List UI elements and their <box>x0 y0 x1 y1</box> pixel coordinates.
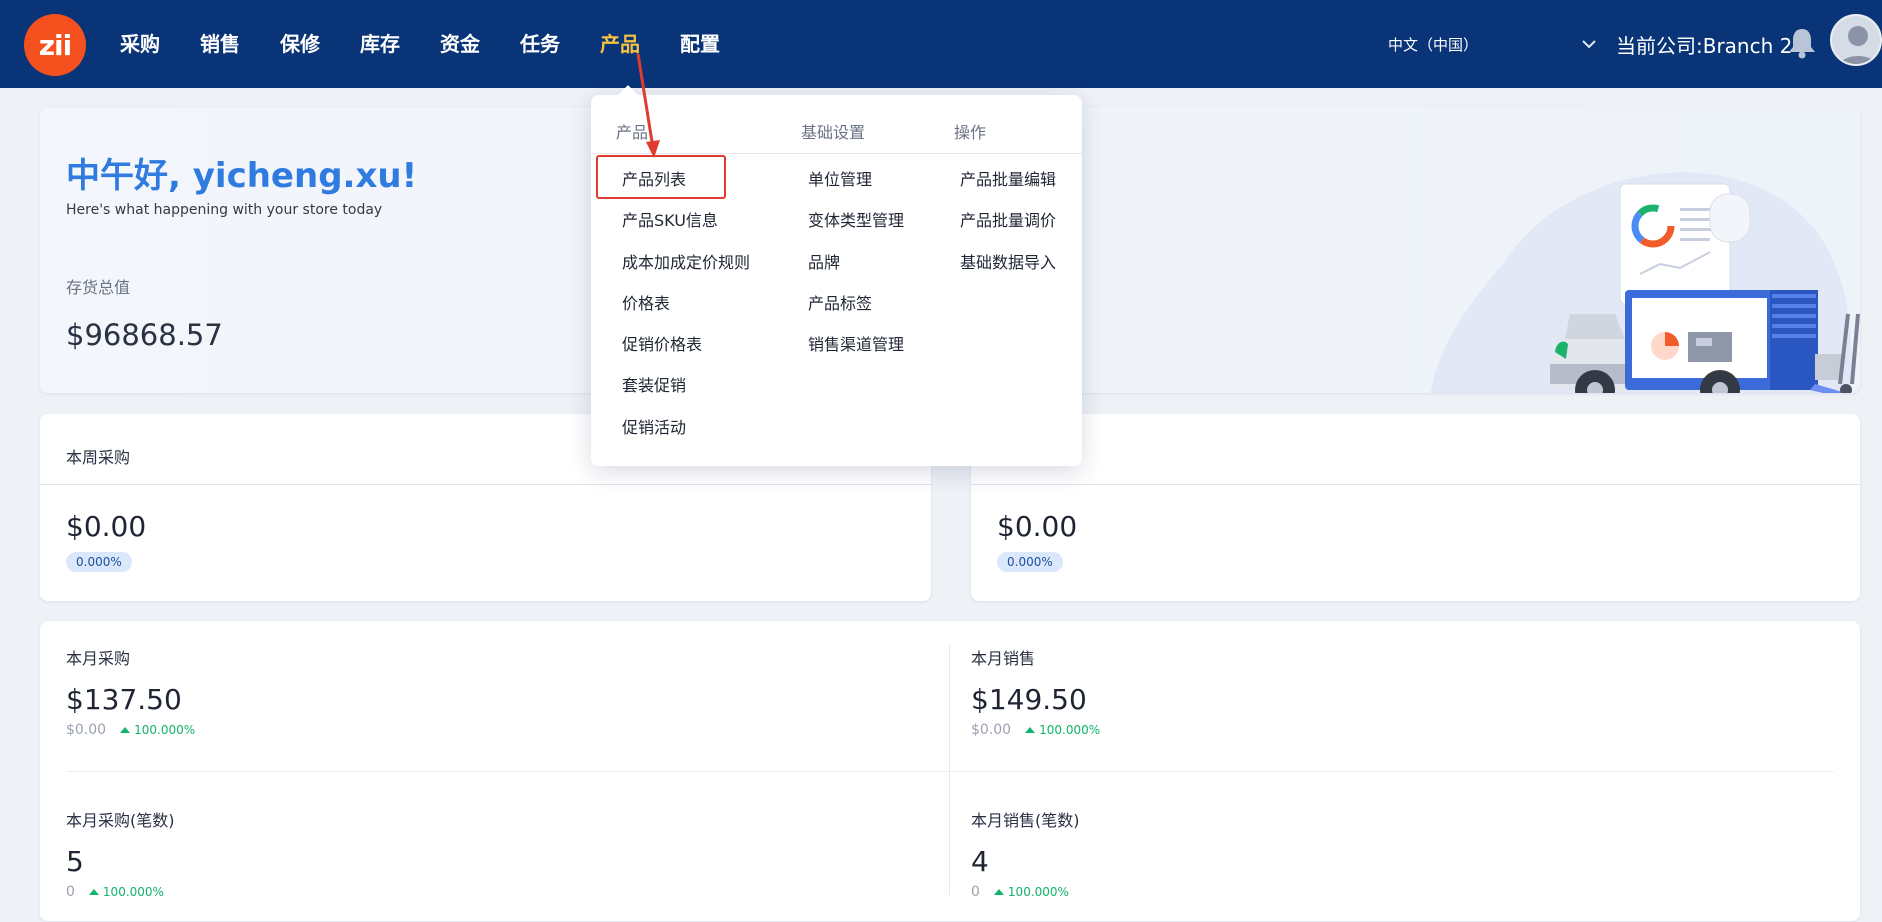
monthly-purchase-comparison: $0.00 100.000% <box>66 722 195 738</box>
dropdown-caret <box>618 85 638 105</box>
weekly-purchase-change-badge: 0.000% <box>66 552 132 572</box>
menu-item-promo-campaign[interactable]: 促销活动 <box>622 414 686 438</box>
trend-up-icon <box>120 727 131 733</box>
dropdown-heading-operations: 操作 <box>954 123 987 142</box>
monthly-sales-count-value: 4 <box>971 845 989 878</box>
nav-item-purchase[interactable]: 采购 <box>120 0 180 88</box>
trend-up-icon <box>1025 727 1036 733</box>
monthly-purchase-count-title: 本月采购(笔数) <box>66 811 175 830</box>
delivery-truck-illustration <box>1430 172 1860 393</box>
menu-item-product-list[interactable]: 产品列表 <box>622 166 686 190</box>
inventory-total-label: 存货总值 <box>66 278 131 297</box>
menu-item-price-list[interactable]: 价格表 <box>622 290 670 314</box>
menu-item-cost-plus-pricing-rules[interactable]: 成本加成定价规则 <box>622 249 750 273</box>
change-value: 100.000% <box>1039 723 1101 737</box>
monthly-purchase-previous: $0.00 <box>66 722 107 738</box>
monthly-sales-stat: 本月销售 $149.50 $0.00 100.000% <box>971 645 1100 738</box>
monthly-purchase-count-change: 100.000% <box>88 885 164 899</box>
menu-item-product-sku-info[interactable]: 产品SKU信息 <box>622 207 718 231</box>
monthly-purchase-change: 100.000% <box>120 723 195 737</box>
nav-item-warranty[interactable]: 保修 <box>260 0 340 88</box>
menu-item-unit-management[interactable]: 单位管理 <box>808 166 872 190</box>
monthly-purchase-value: $137.50 <box>66 683 182 716</box>
menu-item-sales-channel-management[interactable]: 销售渠道管理 <box>808 331 904 355</box>
top-navigation-bar: zii 采购 销售 保修 库存 资金 任务 产品 配置 中文（中国） 当前公司:… <box>0 0 1882 88</box>
monthly-sales-value: $149.50 <box>971 683 1087 716</box>
dropdown-heading-basic-settings: 基础设置 <box>801 123 866 142</box>
change-value: 100.000% <box>1007 885 1069 899</box>
monthly-purchase-count-comparison: 0 100.000% <box>66 884 175 900</box>
weekly-purchase-title: 本周采购 <box>66 448 131 467</box>
weekly-purchase-value: $0.00 <box>66 510 147 543</box>
monthly-sales-comparison: $0.00 100.000% <box>971 722 1100 738</box>
monthly-purchase-count-stat: 本月采购(笔数) 5 0 100.000% <box>66 807 175 900</box>
monthly-stats-card: 本月采购 $137.50 $0.00 100.000% 本月销售 $149.50… <box>40 621 1860 921</box>
nav-item-funds[interactable]: 资金 <box>420 0 500 88</box>
nav-item-inventory[interactable]: 库存 <box>340 0 420 88</box>
menu-item-promo-price-list[interactable]: 促销价格表 <box>622 331 702 355</box>
language-label: 中文（中国） <box>1388 35 1479 54</box>
chevron-down-icon <box>1582 35 1596 53</box>
divider <box>40 484 931 485</box>
monthly-sales-count-stat: 本月销售(笔数) 4 0 100.000% <box>971 807 1080 900</box>
divider <box>971 484 1860 485</box>
nav-item-config[interactable]: 配置 <box>660 0 740 88</box>
inventory-total-value: $96868.57 <box>66 318 223 352</box>
avatar[interactable] <box>1830 14 1882 66</box>
divider <box>591 153 1082 154</box>
monthly-sales-title: 本月销售 <box>971 649 1036 668</box>
divider <box>949 645 950 895</box>
menu-item-basic-data-import[interactable]: 基础数据导入 <box>960 249 1056 273</box>
menu-item-bulk-price-adjust[interactable]: 产品批量调价 <box>960 207 1056 231</box>
monthly-sales-count-comparison: 0 100.000% <box>971 884 1080 900</box>
monthly-sales-previous: $0.00 <box>971 722 1012 738</box>
main-nav: 采购 销售 保修 库存 资金 任务 产品 配置 <box>120 0 740 88</box>
monthly-sales-count-previous: 0 <box>971 884 980 900</box>
monthly-sales-count-title: 本月销售(笔数) <box>971 811 1080 830</box>
weekly-sales-value: $0.00 <box>997 510 1078 543</box>
nav-item-tasks[interactable]: 任务 <box>500 0 580 88</box>
divider <box>66 771 1834 772</box>
nav-item-products[interactable]: 产品 <box>580 0 660 88</box>
menu-item-brand[interactable]: 品牌 <box>808 249 840 273</box>
trend-up-icon <box>88 889 99 895</box>
weekly-sales-card: $0.00 0.000% <box>971 414 1860 601</box>
greeting: 中午好, yicheng.xu! <box>66 156 418 196</box>
monthly-purchase-stat: 本月采购 $137.50 $0.00 100.000% <box>66 645 195 738</box>
menu-item-product-tags[interactable]: 产品标签 <box>808 290 872 314</box>
monthly-sales-change: 100.000% <box>1025 723 1100 737</box>
current-company: 当前公司:Branch 2 <box>1616 33 1793 58</box>
weekly-sales-change-badge: 0.000% <box>997 552 1063 572</box>
nav-item-sales[interactable]: 销售 <box>180 0 260 88</box>
trend-up-icon <box>993 889 1004 895</box>
zii-logo[interactable]: zii <box>24 14 86 76</box>
dropdown-heading-products: 产品 <box>616 123 649 142</box>
change-value: 100.000% <box>134 723 196 737</box>
change-value: 100.000% <box>102 885 164 899</box>
greeting-subtitle: Here's what happening with your store to… <box>66 202 383 218</box>
menu-item-bundle-promo[interactable]: 套装促销 <box>622 372 686 396</box>
monthly-purchase-count-previous: 0 <box>66 884 75 900</box>
monthly-purchase-count-value: 5 <box>66 845 84 878</box>
products-dropdown-menu: 产品 基础设置 操作 产品列表 产品SKU信息 成本加成定价规则 价格表 促销价… <box>591 85 1082 466</box>
monthly-purchase-title: 本月采购 <box>66 649 131 668</box>
monthly-sales-count-change: 100.000% <box>993 885 1069 899</box>
menu-item-bulk-edit[interactable]: 产品批量编辑 <box>960 166 1056 190</box>
bell-icon[interactable] <box>1786 26 1818 60</box>
menu-item-variant-type-management[interactable]: 变体类型管理 <box>808 207 904 231</box>
language-selector[interactable]: 中文（中国） <box>1388 0 1596 88</box>
